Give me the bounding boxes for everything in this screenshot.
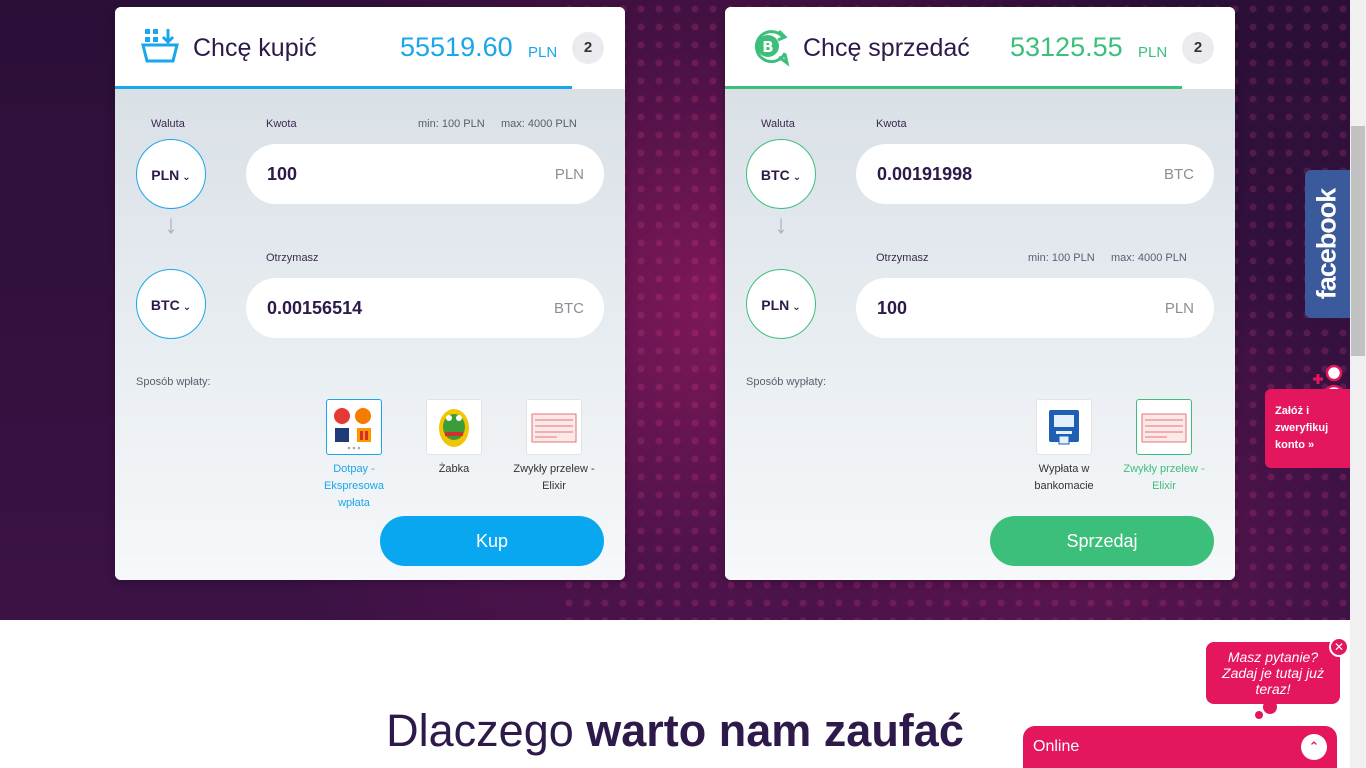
dotpay-banks-icon — [326, 399, 382, 455]
method-dotpay-label-1: Dotpay - — [333, 463, 375, 475]
sell-from-currency-select[interactable]: BTC ⌄ — [746, 139, 816, 209]
buy-card: Chcę kupić 55519.60 PLN 2 Waluta Kwota m… — [115, 7, 625, 580]
sell-title: Chcę sprzedać — [803, 34, 970, 62]
sell-card: B Chcę sprzedać 53125.55 PLN 2 Waluta Kw… — [725, 7, 1235, 580]
sell-receive-input[interactable]: 100 PLN — [856, 278, 1214, 338]
buy-receive-value: 0.00156514 — [267, 298, 363, 318]
section-title-bold: warto nam zaufać — [586, 705, 964, 756]
buy-basket-icon — [141, 27, 179, 65]
sell-amount-value: 0.00191998 — [877, 164, 973, 184]
bubble-tail-dot — [1263, 700, 1277, 714]
method-elixir-label-2: Elixir — [542, 480, 566, 492]
buy-receive-label: Otrzymasz — [266, 252, 319, 264]
scrollbar-thumb[interactable] — [1351, 126, 1365, 356]
sell-card-header: B Chcę sprzedać 53125.55 PLN 2 — [725, 7, 1235, 89]
chat-online-label: Online — [1033, 738, 1080, 755]
buy-to-currency-select[interactable]: BTC ⌄ — [136, 269, 206, 339]
chevron-down-icon: ⌄ — [182, 172, 191, 183]
buy-from-currency-select[interactable]: PLN ⌄ — [136, 139, 206, 209]
page-scrollbar[interactable] — [1350, 0, 1366, 768]
sell-button[interactable]: Sprzedaj — [990, 516, 1214, 566]
buy-min: min: 100 PLN — [418, 118, 485, 130]
sell-amount-unit: BTC — [1164, 166, 1194, 183]
method-atm-label-1: Wypłata w — [1038, 463, 1090, 475]
sell-receive-unit: PLN — [1164, 300, 1194, 317]
method-atm[interactable]: Wypłata w bankomacie — [1019, 399, 1109, 495]
arrow-down-icon: ↓ — [774, 209, 788, 239]
method-zabka[interactable]: Żabka — [409, 399, 499, 478]
bitcoin-cash-icon: B — [749, 27, 791, 69]
close-icon[interactable]: ✕ — [1329, 637, 1349, 657]
sell-currency-label: Waluta — [761, 118, 795, 130]
buy-from-currency-value: PLN — [151, 167, 180, 183]
buy-button[interactable]: Kup — [380, 516, 604, 566]
sell-form: Waluta Kwota BTC ⌄ 0.00191998 BTC ↓ Otrzy… — [725, 89, 1235, 580]
sell-amount-input[interactable]: 0.00191998 BTC — [856, 144, 1214, 204]
facebook-tab-label: facebook — [1311, 188, 1342, 300]
sell-receive-value: 100 — [877, 298, 908, 318]
section-title-light: Dlaczego — [386, 705, 587, 756]
chevron-down-icon: ⌄ — [792, 172, 802, 183]
buy-price-currency: PLN — [528, 44, 558, 61]
buy-amount-label: Kwota — [266, 118, 297, 130]
buy-method-label: Sposób wpłaty: — [136, 376, 211, 388]
register-line-2: zweryfikuj — [1275, 422, 1329, 434]
buy-form: Waluta Kwota min: 100 PLN max: 4000 PLN … — [115, 89, 625, 580]
chevron-up-icon[interactable]: ⌃ — [1301, 734, 1327, 760]
buy-amount-input[interactable]: 100 PLN — [246, 144, 604, 204]
atm-icon — [1036, 399, 1092, 455]
buy-receive-input[interactable]: 0.00156514 BTC — [246, 278, 604, 338]
register-line-1: Załóż i — [1275, 405, 1310, 417]
arrow-down-icon: ↓ — [164, 209, 178, 239]
chevron-down-icon: ⌄ — [792, 302, 801, 313]
sell-max: max: 4000 PLN — [1111, 252, 1187, 264]
buy-price: 55519.60 — [400, 32, 513, 62]
chat-prompt-bubble[interactable]: Masz pytanie? Zadaj je tutaj już teraz! — [1206, 642, 1340, 704]
method-elixir-sell-label-1: Zwykły przelew - — [1123, 463, 1205, 475]
chevron-down-icon: ⌄ — [182, 302, 192, 313]
buy-receive-unit: BTC — [554, 300, 584, 317]
register-line-3: konto — [1275, 439, 1305, 451]
sell-min: min: 100 PLN — [1028, 252, 1095, 264]
buy-badge[interactable]: 2 — [572, 32, 604, 64]
buy-currency-label: Waluta — [151, 118, 185, 130]
buy-max: max: 4000 PLN — [501, 118, 577, 130]
sell-amount-label: Kwota — [876, 118, 907, 130]
buy-card-header: Chcę kupić 55519.60 PLN 2 — [115, 7, 625, 89]
register-verify-tab[interactable]: Załóż i zweryfikuj konto » — [1265, 389, 1350, 468]
double-chevron-right-icon: » — [1308, 439, 1315, 451]
buy-to-currency-value: BTC — [150, 297, 180, 313]
method-atm-label-2: bankomacie — [1034, 480, 1094, 492]
buy-amount-value: 100 — [267, 164, 298, 184]
sell-price: 53125.55 — [1010, 32, 1123, 62]
sell-to-currency-value: PLN — [761, 297, 790, 313]
sell-method-label: Sposób wypłaty: — [746, 376, 827, 388]
chat-prompt-line-2: Zadaj je tutaj już — [1222, 665, 1324, 681]
method-zabka-label: Żabka — [438, 463, 470, 475]
transfer-form-icon — [526, 399, 582, 455]
chat-prompt-line-3: teraz! — [1255, 681, 1291, 697]
method-elixir-sell-label-2: Elixir — [1152, 480, 1176, 492]
transfer-form-icon — [1136, 399, 1192, 455]
facebook-tab[interactable]: facebook — [1305, 170, 1350, 318]
sell-from-currency-value: BTC — [760, 167, 790, 183]
svg-text:B: B — [762, 38, 773, 56]
chat-prompt-line-1: Masz pytanie? — [1227, 649, 1319, 665]
bubble-tail-dot — [1255, 711, 1263, 719]
method-elixir-sell[interactable]: Zwykły przelew - Elixir — [1119, 399, 1209, 495]
sell-to-currency-select[interactable]: PLN ⌄ — [746, 269, 816, 339]
sell-price-currency: PLN — [1138, 44, 1168, 61]
zabka-frog-icon — [426, 399, 482, 455]
buy-title: Chcę kupić — [193, 34, 317, 62]
method-elixir-label-1: Zwykły przelew - — [513, 463, 595, 475]
buy-amount-unit: PLN — [554, 166, 584, 183]
method-dotpay[interactable]: Dotpay - Ekspresowa wpłata — [309, 399, 399, 512]
method-dotpay-label-2: Ekspresowa wpłata — [324, 480, 384, 509]
sell-badge[interactable]: 2 — [1182, 32, 1214, 64]
method-elixir[interactable]: Zwykły przelew - Elixir — [509, 399, 599, 495]
chat-online-bar[interactable]: Online ⌃ — [1021, 724, 1339, 768]
sell-receive-label: Otrzymasz — [876, 252, 929, 264]
